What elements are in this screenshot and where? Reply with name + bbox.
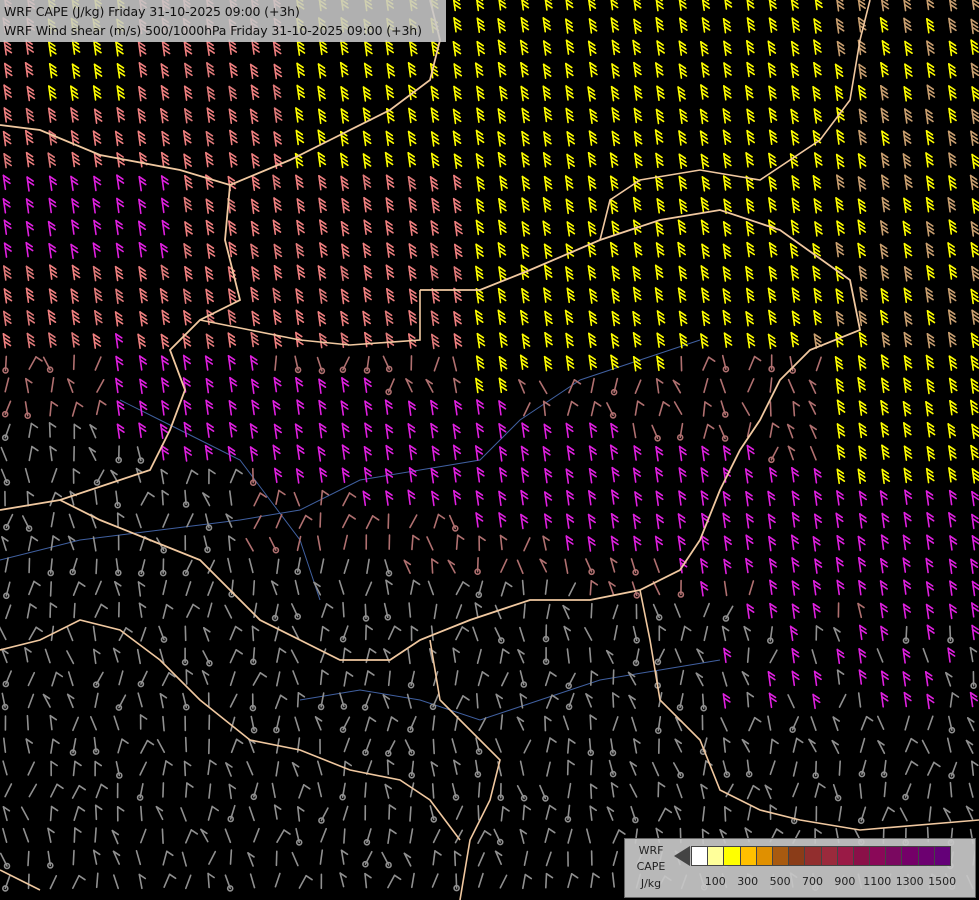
legend-tick-label: 300 — [737, 875, 759, 888]
legend-tick-label: 100 — [704, 875, 726, 888]
legend-swatch — [804, 846, 822, 866]
legend-low-arrow-icon — [674, 846, 690, 866]
wind-barb — [612, 669, 615, 685]
wind-barb — [73, 602, 76, 619]
wind-barb — [72, 354, 75, 371]
legend-swatch — [933, 846, 951, 866]
cape-legend: WRF CAPE J/kg 100 300 500 700 900 1100 1300 150… — [624, 838, 976, 898]
legend-swatch — [901, 846, 919, 866]
legend-swatch — [755, 846, 773, 866]
legend-swatch — [836, 846, 854, 866]
wind-barb — [140, 805, 143, 822]
wind-barb — [27, 873, 30, 890]
wind-barb — [252, 579, 256, 596]
legend-tick-label: 1300 — [895, 875, 924, 888]
wind-barb — [431, 783, 435, 799]
legend-swatch — [691, 846, 709, 866]
wind-barb — [477, 782, 481, 798]
wind-barb — [161, 828, 164, 845]
legend-swatch — [739, 846, 757, 866]
legend-color-scale — [691, 846, 951, 866]
wind-barb — [838, 760, 842, 776]
wind-barb — [229, 849, 233, 865]
wind-barb — [95, 872, 99, 889]
legend-swatch — [820, 846, 838, 866]
cape-title: WRF CAPE (J/kg) Friday 31-10-2025 09:00 … — [4, 4, 300, 19]
wind-barb — [409, 806, 412, 822]
legend-title-variable: CAPE — [636, 860, 666, 873]
map-title-panel: WRF CAPE (J/kg) Friday 31-10-2025 09:00 … — [0, 0, 446, 42]
wind-barb — [27, 850, 30, 867]
wind-barb — [746, 647, 750, 664]
wind-barb — [26, 714, 30, 731]
wind-barb — [184, 736, 188, 753]
wind-barb — [590, 602, 593, 619]
legend-swatch — [869, 846, 887, 866]
wind-barb — [95, 558, 98, 575]
wind-shear-title: WRF Wind shear (m/s) 500/1000hPa Friday … — [4, 23, 422, 38]
wind-barb — [590, 759, 593, 776]
legend-swatch — [771, 846, 790, 866]
wind-barb — [342, 601, 345, 618]
legend-swatch — [852, 846, 871, 866]
wind-barb — [162, 782, 165, 798]
wind-barb — [72, 849, 75, 866]
legend-tick-label: 900 — [834, 875, 856, 888]
wind-barb — [475, 692, 479, 709]
wind-barb — [343, 828, 346, 844]
legend-swatch — [723, 846, 741, 866]
legend-swatch — [788, 846, 806, 866]
wind-barb — [769, 401, 772, 417]
weather-map[interactable] — [0, 0, 979, 900]
wind-barb — [94, 827, 97, 843]
legend-swatch — [917, 846, 935, 866]
wind-barb — [432, 738, 436, 755]
legend-tick-label: 700 — [802, 875, 823, 888]
legend-title-model: WRF — [638, 844, 664, 857]
wind-barb — [319, 512, 322, 528]
legend-tick-label: 500 — [769, 875, 791, 888]
legend-tick-labels: 100 300 500 700 900 1100 1300 1500 — [691, 875, 971, 889]
legend-unit: J/kg — [640, 877, 662, 890]
legend-swatch — [885, 846, 903, 866]
wind-barb — [364, 782, 367, 798]
wind-barb — [588, 647, 592, 663]
legend-tick-label: 1100 — [863, 875, 892, 888]
wind-barb — [477, 804, 480, 821]
legend-swatch — [707, 846, 725, 866]
wind-barb — [49, 581, 53, 597]
legend-tick-label: 1500 — [928, 875, 957, 888]
